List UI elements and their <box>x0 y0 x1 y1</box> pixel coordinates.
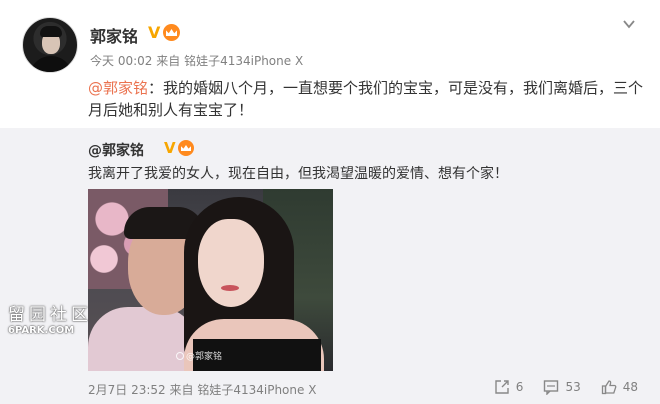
repost-icon <box>495 380 509 394</box>
original-text: 我离开了我爱的女人，现在自由，但我渴望温暖的爱情、想有个家！ <box>88 166 508 182</box>
repost-button[interactable]: 6 <box>494 379 524 395</box>
original-meta: 2月7日 23:52 来自 铭娃子4134iPhone X <box>88 381 316 398</box>
like-icon <box>601 380 617 395</box>
original-source-prefix: 来自 <box>169 383 194 397</box>
source-prefix: 来自 <box>156 54 181 68</box>
original-username[interactable]: @郭家铭 <box>88 140 144 160</box>
photo-watermark-text: @郭家铭 <box>186 352 223 362</box>
site-watermark: 留园社区 6PARK.COM <box>8 300 92 336</box>
original-verified-badge: V <box>164 139 176 157</box>
original-time[interactable]: 2月7日 23:52 <box>88 383 166 397</box>
comment-icon <box>544 380 559 395</box>
post-source[interactable]: 铭娃子4134iPhone X <box>184 54 303 68</box>
avatar-shoulders <box>29 56 73 72</box>
post-meta: 今天 00:02 来自 铭娃子4134iPhone X <box>90 52 303 69</box>
post-body: ：我的婚姻八个月，一直想要个我们的宝宝，可是没有，我们离婚后，三个月后她和别人有… <box>88 79 644 119</box>
weibo-post-card: 郭家铭 V 今天 00:02 来自 铭娃子4134iPhone X @郭家铭：我… <box>0 0 660 404</box>
crown-icon <box>178 140 194 156</box>
comment-button[interactable]: 53 <box>543 379 581 395</box>
weibo-icon <box>176 352 184 360</box>
action-bar: 6 53 48 <box>474 379 638 395</box>
photo-woman-lips <box>221 285 239 291</box>
repost-box: @郭家铭 V 我离开了我爱的女人，现在自由，但我渴望温暖的爱情、想有个家！ @郭… <box>0 128 660 404</box>
crown-icon <box>163 24 180 41</box>
photo-woman-face <box>198 219 264 307</box>
post-photo[interactable]: @郭家铭 <box>88 189 333 371</box>
mention-link[interactable]: @郭家铭 <box>88 79 148 97</box>
comment-count: 53 <box>565 380 581 394</box>
photo-watermark: @郭家铭 <box>176 349 222 362</box>
like-count: 48 <box>622 380 638 394</box>
post-text: @郭家铭：我的婚姻八个月，一直想要个我们的宝宝，可是没有，我们离婚后，三个月后她… <box>88 77 644 121</box>
post-username[interactable]: 郭家铭 <box>90 23 138 47</box>
repost-count: 6 <box>515 380 524 394</box>
like-button[interactable]: 48 <box>601 379 638 395</box>
avatar[interactable] <box>22 17 78 73</box>
avatar-hair <box>40 26 62 37</box>
verified-badge: V <box>148 23 161 42</box>
original-source[interactable]: 铭娃子4134iPhone X <box>197 383 316 397</box>
site-watermark-cn: 留园社区 <box>8 305 92 325</box>
post-time[interactable]: 今天 00:02 <box>90 54 152 68</box>
chevron-down-icon[interactable] <box>622 17 636 31</box>
site-watermark-en: 6PARK.COM <box>8 325 75 336</box>
